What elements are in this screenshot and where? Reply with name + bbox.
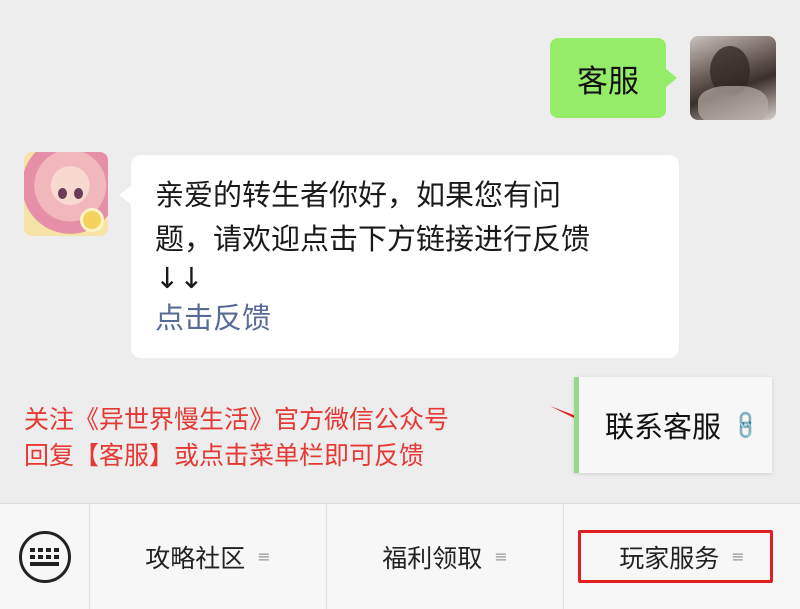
incoming-message-bubble: 亲爱的转生者你好，如果您有问 题，请欢迎点击下方链接进行反馈 ↓↓ 点击反馈 [119, 155, 679, 358]
avatar-blur-shape [698, 86, 768, 120]
official-account-avatar[interactable] [24, 152, 108, 236]
avatar-eye [74, 188, 83, 199]
submenu-indicator-icon: ≡ [494, 547, 508, 566]
outgoing-message-text: 客服 [577, 63, 639, 100]
submenu-popup[interactable]: 联系客服 🔗 [574, 377, 772, 473]
feedback-link[interactable]: 点击反馈 [155, 297, 655, 339]
instruction-caption: 关注《异世界慢生活》官方微信公众号 回复【客服】或点击菜单栏即可反馈 [24, 402, 544, 474]
down-arrows: ↓↓ [155, 261, 204, 295]
menu-item-label: 攻略社区 [145, 543, 246, 573]
submenu-indicator-icon: ≡ [257, 547, 271, 566]
contact-service-label[interactable]: 联系客服 [605, 404, 721, 446]
caption-line: 回复【客服】或点击菜单栏即可反馈 [24, 441, 425, 470]
user-avatar[interactable] [690, 36, 776, 120]
menu-item-strategy-community[interactable]: 攻略社区 ≡ [90, 504, 327, 609]
keyboard-icon [18, 530, 71, 583]
chat-area: 客服 亲爱的转生者你好，如果您有问 题，请欢迎点击下方链接进行反馈 ↓↓ 点击反… [0, 0, 800, 500]
menu-item-welfare[interactable]: 福利领取 ≡ [327, 504, 564, 609]
menu-item-label: 福利领取 [382, 543, 483, 573]
avatar-flower [80, 208, 104, 232]
incoming-message-line: 亲爱的转生者你好，如果您有问 [155, 178, 562, 212]
red-highlight-box [578, 530, 773, 583]
caption-line: 关注《异世界慢生活》官方微信公众号 [24, 405, 450, 434]
link-icon: 🔗 [728, 407, 763, 443]
keyboard-toggle-button[interactable] [0, 504, 90, 609]
avatar-eye [58, 188, 67, 199]
incoming-message-line: 题，请欢迎点击下方链接进行反馈 [155, 222, 591, 256]
outgoing-message-bubble[interactable]: 客服 [550, 38, 677, 118]
